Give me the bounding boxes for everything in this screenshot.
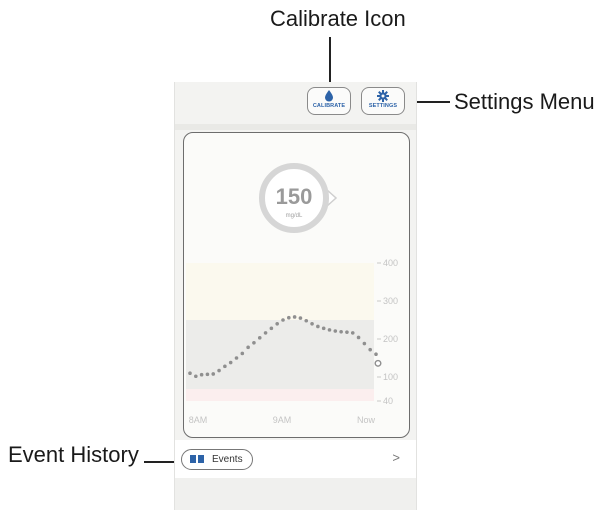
- data-point: [292, 315, 297, 319]
- app-screen: CALIBRATE SETTINGS 150 mg/dL 40 100 200 …: [174, 82, 417, 510]
- data-point: [240, 351, 245, 356]
- current-reading-point: [374, 359, 382, 367]
- events-label: Events: [212, 454, 243, 465]
- data-point: [257, 336, 262, 340]
- y-tick-label: 300: [383, 296, 398, 306]
- drop-icon: [325, 90, 333, 102]
- top-toolbar: CALIBRATE SETTINGS: [175, 82, 416, 124]
- data-point: [362, 341, 367, 346]
- glucose-trend-chart: 40 100 200 300 400 8AM 9AM Now: [186, 258, 398, 425]
- data-point: [269, 326, 274, 331]
- calibrate-label: CALIBRATE: [312, 103, 346, 109]
- glucose-card: 150 mg/dL 40 100 200 300 400 8AM 9AM Now: [183, 132, 410, 438]
- data-point: [356, 335, 361, 340]
- data-point: [228, 360, 233, 365]
- data-point: [223, 364, 227, 369]
- bottom-panel: [175, 478, 416, 510]
- data-point: [339, 329, 343, 334]
- data-point: [281, 318, 285, 322]
- data-point: [374, 352, 378, 356]
- events-row[interactable]: Events >: [175, 440, 416, 478]
- range-band-0: [186, 389, 374, 401]
- toolbar-divider: [175, 124, 416, 130]
- data-point: [287, 315, 291, 320]
- y-tick-label: 100: [383, 372, 398, 382]
- data-point: [217, 368, 221, 373]
- data-point: [246, 345, 250, 350]
- y-tick-label: 400: [383, 258, 398, 268]
- calibrate-button[interactable]: CALIBRATE: [307, 87, 351, 115]
- events-callout-label: Event History: [8, 442, 139, 467]
- data-point: [350, 331, 355, 335]
- settings-button[interactable]: SETTINGS: [361, 87, 405, 115]
- x-tick-label: Now: [357, 415, 376, 425]
- settings-label: SETTINGS: [368, 103, 398, 109]
- data-point: [298, 316, 303, 320]
- x-tick-label: 9AM: [273, 415, 292, 425]
- data-point: [275, 322, 279, 326]
- data-point: [252, 341, 256, 345]
- book-icon: [190, 455, 204, 463]
- chevron-right-icon[interactable]: >: [392, 450, 400, 465]
- data-point: [194, 374, 198, 379]
- data-point: [304, 318, 309, 323]
- data-point: [205, 372, 210, 377]
- data-point: [368, 347, 372, 352]
- events-button[interactable]: Events: [181, 449, 253, 470]
- gear-icon: [377, 90, 389, 102]
- calibrate-callout-label: Calibrate Icon: [270, 6, 406, 31]
- x-tick-label: 8AM: [189, 415, 208, 425]
- data-point: [263, 331, 268, 335]
- data-point: [333, 329, 338, 333]
- data-point: [188, 371, 192, 375]
- data-point: [310, 322, 314, 326]
- y-tick-label: 200: [383, 334, 398, 344]
- data-point: [199, 372, 204, 377]
- data-point: [321, 326, 326, 331]
- settings-callout-label: Settings Menu: [454, 89, 595, 114]
- data-point: [327, 328, 332, 332]
- y-tick-label: 40: [383, 396, 393, 406]
- data-point: [316, 324, 320, 329]
- data-point: [211, 372, 216, 376]
- data-point: [234, 356, 239, 360]
- range-band-2: [186, 263, 374, 320]
- calibrate-callout-line: [329, 37, 331, 82]
- data-point: [345, 330, 349, 334]
- range-band-1: [186, 320, 374, 389]
